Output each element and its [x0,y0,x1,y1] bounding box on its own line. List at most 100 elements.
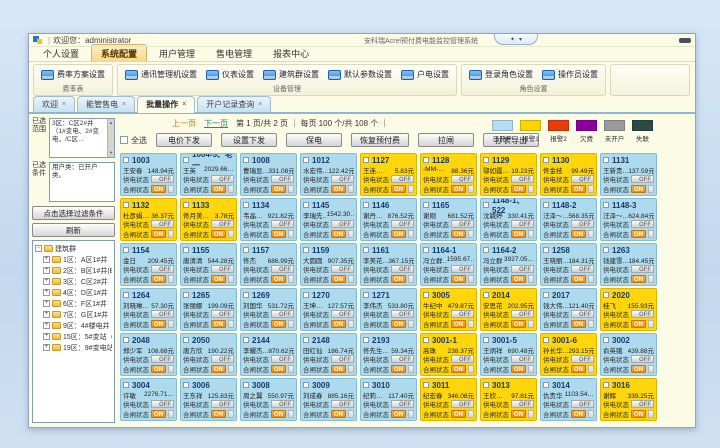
supply-status-off-field[interactable]: OFF [571,265,594,273]
tree-expand-icon[interactable]: + [43,289,50,296]
close-status-on-badge[interactable]: ON [511,320,526,328]
meter-card[interactable]: 1148-2 汪泽～… 568.35元 供电状态 OFF 合闸状态 ON [540,198,597,241]
meter-card[interactable]: 1132 杜彦娟… 36.37元 供电状态 OFF 合闸状态 ON [120,198,177,241]
close-status-on-badge[interactable]: ON [151,410,166,418]
close-status-on-badge[interactable]: ON [511,230,526,238]
close-status-on-badge[interactable]: ON [511,365,526,373]
card-checkbox[interactable] [543,337,549,343]
supply-status-off-field[interactable]: OFF [151,175,174,183]
card-checkbox[interactable] [243,202,249,208]
meter-card[interactable]: 1148-3 汪泽～… 624.84元 供电状态 OFF 合闸状态 ON [600,198,657,241]
supply-status-off-field[interactable]: OFF [511,400,534,408]
supply-status-off-field[interactable]: OFF [391,400,414,408]
close-status-on-badge[interactable]: ON [271,410,286,418]
card-checkbox[interactable] [123,247,129,253]
meter-card[interactable]: 3010 纪莉… 117.40元 供电状态 OFF 合闸状态 ON [360,378,417,421]
card-checkbox[interactable] [423,337,429,343]
card-checkbox[interactable] [423,202,429,208]
card-checkbox[interactable] [423,382,429,388]
meter-card[interactable]: 1159 大圆圆 907.35元 供电状态 OFF 合闸状态 ON [300,243,357,286]
close-status-on-badge[interactable]: ON [391,185,406,193]
card-checkbox[interactable] [483,292,489,298]
meter-card[interactable]: 1164-2 冯立群 3927.05… 供电状态 OFF 合闸状态 ON [480,243,537,286]
supply-status-off-field[interactable]: OFF [151,400,174,408]
close-status-on-badge[interactable]: ON [271,230,286,238]
meter-card[interactable]: 1264 刘晓琳… 57.30元 供电状态 OFF 合闸状态 ON [120,288,177,331]
close-status-on-badge[interactable]: ON [391,275,406,283]
supply-status-off-field[interactable]: OFF [631,220,654,228]
minimize-button[interactable] [679,38,691,43]
card-checkbox[interactable] [183,247,189,253]
meter-card[interactable]: 3004 许敏 2276.71… 供电状态 OFF 合闸状态 ON [120,378,177,421]
menu-tab[interactable]: 用户管理 [150,45,204,61]
card-checkbox[interactable] [303,292,309,298]
card-checkbox[interactable] [483,202,489,208]
document-tab[interactable]: 开户记录查询 × [197,96,271,112]
card-checkbox[interactable] [543,157,549,163]
meter-card[interactable]: 1129 鄂如霞… 19.23元 供电状态 OFF 合闸状态 ON [480,153,537,196]
close-status-on-badge[interactable]: ON [151,320,166,328]
card-checkbox[interactable] [123,292,129,298]
close-status-on-badge[interactable]: ON [271,275,286,283]
supply-status-off-field[interactable]: OFF [571,220,594,228]
tree-expand-icon[interactable]: + [43,333,50,340]
meter-card[interactable]: 3014 仇贵华 1103.54… 供电状态 OFF 合闸状态 ON [540,378,597,421]
meter-card[interactable]: 1263 钱建雪… 184.45元 供电状态 OFF 合闸状态 ON [600,243,657,286]
close-status-on-badge[interactable]: ON [571,230,586,238]
meter-card[interactable]: 1146 谢丹… 876.52元 供电状态 OFF 合闸状态 ON [360,198,417,241]
supply-status-off-field[interactable]: OFF [271,355,294,363]
card-checkbox[interactable] [363,247,369,253]
scroll-down-icon[interactable]: ▼ [109,149,113,157]
tab-close-icon[interactable]: × [122,101,126,108]
card-checkbox[interactable] [603,337,609,343]
meter-card[interactable]: 3002 俞英娥 439.88元 供电状态 OFF 合闸状态 ON [600,333,657,376]
ribbon-collapse-icon[interactable]: ▾ [519,36,522,43]
supply-status-off-field[interactable]: OFF [571,175,594,183]
close-status-on-badge[interactable]: ON [451,230,466,238]
meter-card[interactable]: 2144 李耀杰… 870.62元 供电状态 OFF 合闸状态 ON [240,333,297,376]
close-status-on-badge[interactable]: ON [571,275,586,283]
scroll-up-icon[interactable]: ▲ [109,119,113,127]
tree-item[interactable]: + 4区：D区1#井（D区1… [43,287,112,298]
close-status-on-badge[interactable]: ON [151,185,166,193]
supply-status-off-field[interactable]: OFF [331,355,354,363]
card-checkbox[interactable] [243,382,249,388]
supply-status-off-field[interactable]: OFF [271,400,294,408]
card-checkbox[interactable] [183,292,189,298]
supply-status-off-field[interactable]: OFF [151,355,174,363]
close-status-on-badge[interactable]: ON [631,320,646,328]
tree-collapse-icon[interactable]: - [35,245,42,252]
card-checkbox[interactable] [483,247,489,253]
supply-status-off-field[interactable]: OFF [271,175,294,183]
close-status-on-badge[interactable]: ON [391,320,406,328]
tree-item[interactable]: + 7区：G区1#井 [43,309,112,320]
supply-status-off-field[interactable]: OFF [211,265,234,273]
close-status-on-badge[interactable]: ON [451,365,466,373]
card-checkbox[interactable] [363,382,369,388]
ribbon-button[interactable]: 仪表设置 [206,69,254,80]
scrollbar[interactable]: ▲ ▼ [107,119,114,157]
close-status-on-badge[interactable]: ON [271,185,286,193]
supply-status-off-field[interactable]: OFF [271,220,294,228]
supply-status-off-field[interactable]: OFF [511,175,534,183]
close-status-on-badge[interactable]: ON [271,320,286,328]
action-button[interactable]: 设置下发 [221,133,277,147]
meter-card[interactable]: 1154 金日 209.45元 供电状态 OFF 合闸状态 ON [120,243,177,286]
supply-status-off-field[interactable]: OFF [151,220,174,228]
meter-card[interactable]: 1128 -MM-… 88.36元 供电状态 OFF 合闸状态 ON [420,153,477,196]
close-status-on-badge[interactable]: ON [151,275,166,283]
meter-card[interactable]: 3001-1 高珠 238.37元 供电状态 OFF 合闸状态 ON [420,333,477,376]
quick-access-icon[interactable]: ✦ [510,36,515,43]
card-checkbox[interactable] [423,292,429,298]
supply-status-off-field[interactable]: OFF [511,310,534,318]
supply-status-off-field[interactable]: OFF [571,355,594,363]
ribbon-button[interactable]: 通讯管理机设置 [125,69,197,80]
action-button[interactable]: 保电 [286,133,342,147]
meter-card[interactable]: 3001-6 孙长华… 293.15元 供电状态 OFF 合闸状态 ON [540,333,597,376]
meter-card[interactable]: 1008 曹瑞显… 331.08元 供电状态 OFF 合闸状态 ON [240,153,297,196]
supply-status-off-field[interactable]: OFF [331,400,354,408]
card-checkbox[interactable] [123,202,129,208]
meter-card[interactable]: 3005 牛纪中 479.87元 供电状态 OFF 合闸状态 ON [420,288,477,331]
supply-status-off-field[interactable]: OFF [211,355,234,363]
meter-card[interactable]: 2193 佟先生… 59.34元 供电状态 OFF 合闸状态 ON [360,333,417,376]
